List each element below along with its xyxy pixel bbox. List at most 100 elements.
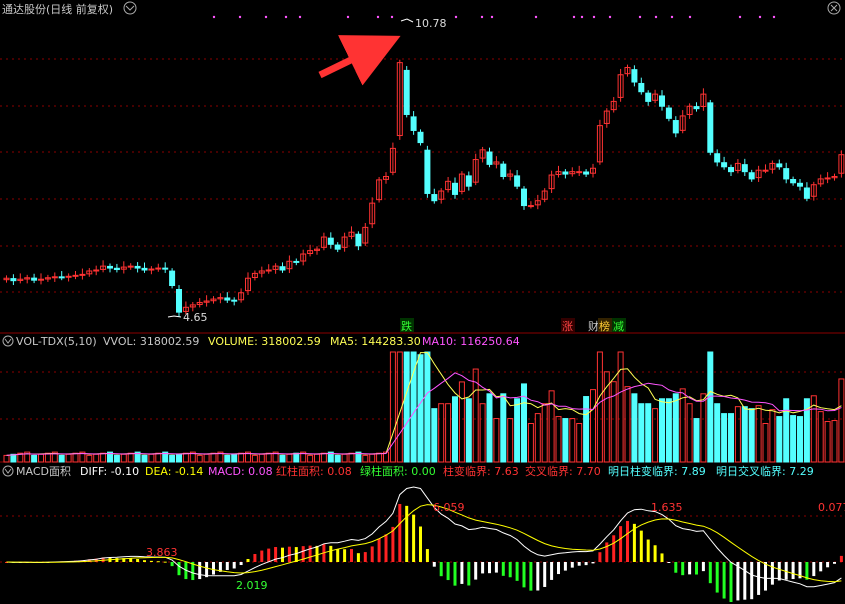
macd-bar <box>715 562 719 593</box>
macd-bar <box>198 562 202 580</box>
candle-body <box>334 244 341 250</box>
event-dot <box>638 15 642 19</box>
candle-body <box>521 188 527 207</box>
macd-bar <box>619 526 623 562</box>
event-dot <box>738 15 742 19</box>
volume-bar <box>279 454 286 463</box>
event-dot <box>572 15 576 19</box>
event-dot <box>772 15 776 19</box>
candle-body <box>169 270 176 287</box>
macd-bar <box>646 539 650 562</box>
volume-bar <box>659 398 665 463</box>
candle-body <box>113 267 120 271</box>
event-dot <box>298 15 302 19</box>
macd-bar <box>246 558 250 562</box>
volume-bar <box>72 452 79 463</box>
candle-body <box>665 107 672 119</box>
volume-bar <box>376 452 383 463</box>
volume-bar <box>458 381 465 463</box>
macd-bar <box>156 561 160 563</box>
candle-body <box>279 266 286 271</box>
signal-tag: 涨 <box>562 320 573 333</box>
macd-bar <box>605 542 609 562</box>
candle-body <box>293 260 300 263</box>
candle-body <box>803 187 810 199</box>
volume-bar <box>445 403 452 463</box>
macd-bar <box>391 526 395 562</box>
volume-bar <box>100 452 107 463</box>
signal-tags: 跌 涨 财 榜 减 <box>400 318 626 333</box>
event-dot <box>490 15 494 19</box>
volume-bar <box>258 453 265 463</box>
macd-bar <box>529 562 533 591</box>
candle-body <box>141 267 148 271</box>
macd-bar <box>826 562 830 568</box>
volume-bar <box>479 403 486 463</box>
high-marker <box>400 18 414 23</box>
event-dot <box>758 15 762 19</box>
candle-body <box>417 131 424 144</box>
macd-bar <box>839 555 843 562</box>
volume-bar <box>541 403 548 463</box>
volume-bar <box>314 453 320 463</box>
macd-bar <box>446 562 450 581</box>
volume-bar <box>769 409 776 463</box>
volume-bar <box>686 403 693 463</box>
volume-bar <box>741 406 748 463</box>
macd-bar <box>577 562 581 566</box>
volume-panel-toggle-icon[interactable] <box>2 335 14 347</box>
macd-bar <box>743 562 747 600</box>
volume-bar <box>569 418 576 463</box>
macd-cross-line: 交叉临界: 7.70 <box>525 464 601 478</box>
candle-body <box>576 171 583 174</box>
macd-next-cross-line: 明日交叉临界: 7.29 <box>716 464 814 478</box>
volume-bar <box>251 454 258 463</box>
close-icon[interactable] <box>827 1 841 15</box>
candle-body <box>431 194 438 202</box>
volume-bar <box>210 452 217 463</box>
macd-bar <box>770 562 774 585</box>
volume-bar <box>348 452 355 463</box>
candle-body <box>465 175 472 187</box>
volume-bar <box>797 416 803 463</box>
macd-panel-header: MACD面积 DIFF: -0.10 DEA: -0.14 MACD: 0.08… <box>2 464 814 478</box>
volume-bar <box>672 393 679 463</box>
volume-ma10: MA10: 116250.64 <box>422 335 520 348</box>
volume-bar <box>141 454 148 463</box>
event-dot <box>284 15 288 19</box>
candle-body <box>824 177 831 180</box>
candle-body <box>58 276 65 279</box>
volume-bar <box>534 413 541 463</box>
candle-body <box>707 102 714 153</box>
candle-body <box>797 182 803 187</box>
macd-indicator-name: MACD面积 <box>16 465 71 478</box>
macd-bar <box>453 562 457 586</box>
macd-bar <box>143 560 146 562</box>
candle-body <box>403 69 410 115</box>
candle-body <box>790 178 797 184</box>
macd-bar <box>750 562 754 600</box>
candle-body <box>327 237 334 245</box>
volume-bar <box>500 393 507 463</box>
volume-value: VOLUME: 318002.59 <box>208 335 321 348</box>
macd-bar <box>343 549 347 562</box>
volume-bar <box>590 389 596 463</box>
stock-chart: 通达股份(日线 前复权) 10.78 4.65 跌 涨 财 榜 减 VOL-TD… <box>0 1 845 602</box>
macd-bar <box>425 549 429 562</box>
candle-body <box>231 299 238 302</box>
volume-bar <box>38 453 44 463</box>
macd-bar <box>170 562 174 567</box>
macd-bar <box>494 562 498 573</box>
volume-bar <box>93 453 100 463</box>
volume-bar <box>700 393 707 463</box>
collapse-icon[interactable] <box>123 1 137 15</box>
volume-bar <box>438 403 445 463</box>
signal-tag: 财 <box>588 319 599 333</box>
macd-panel-toggle-icon[interactable] <box>2 465 14 477</box>
macd-bar <box>294 547 298 562</box>
macd-bar <box>681 562 685 576</box>
signal-tag: 榜 <box>599 319 610 333</box>
event-dot <box>592 15 596 19</box>
volume-bar <box>417 354 424 463</box>
candle-body <box>693 106 700 110</box>
